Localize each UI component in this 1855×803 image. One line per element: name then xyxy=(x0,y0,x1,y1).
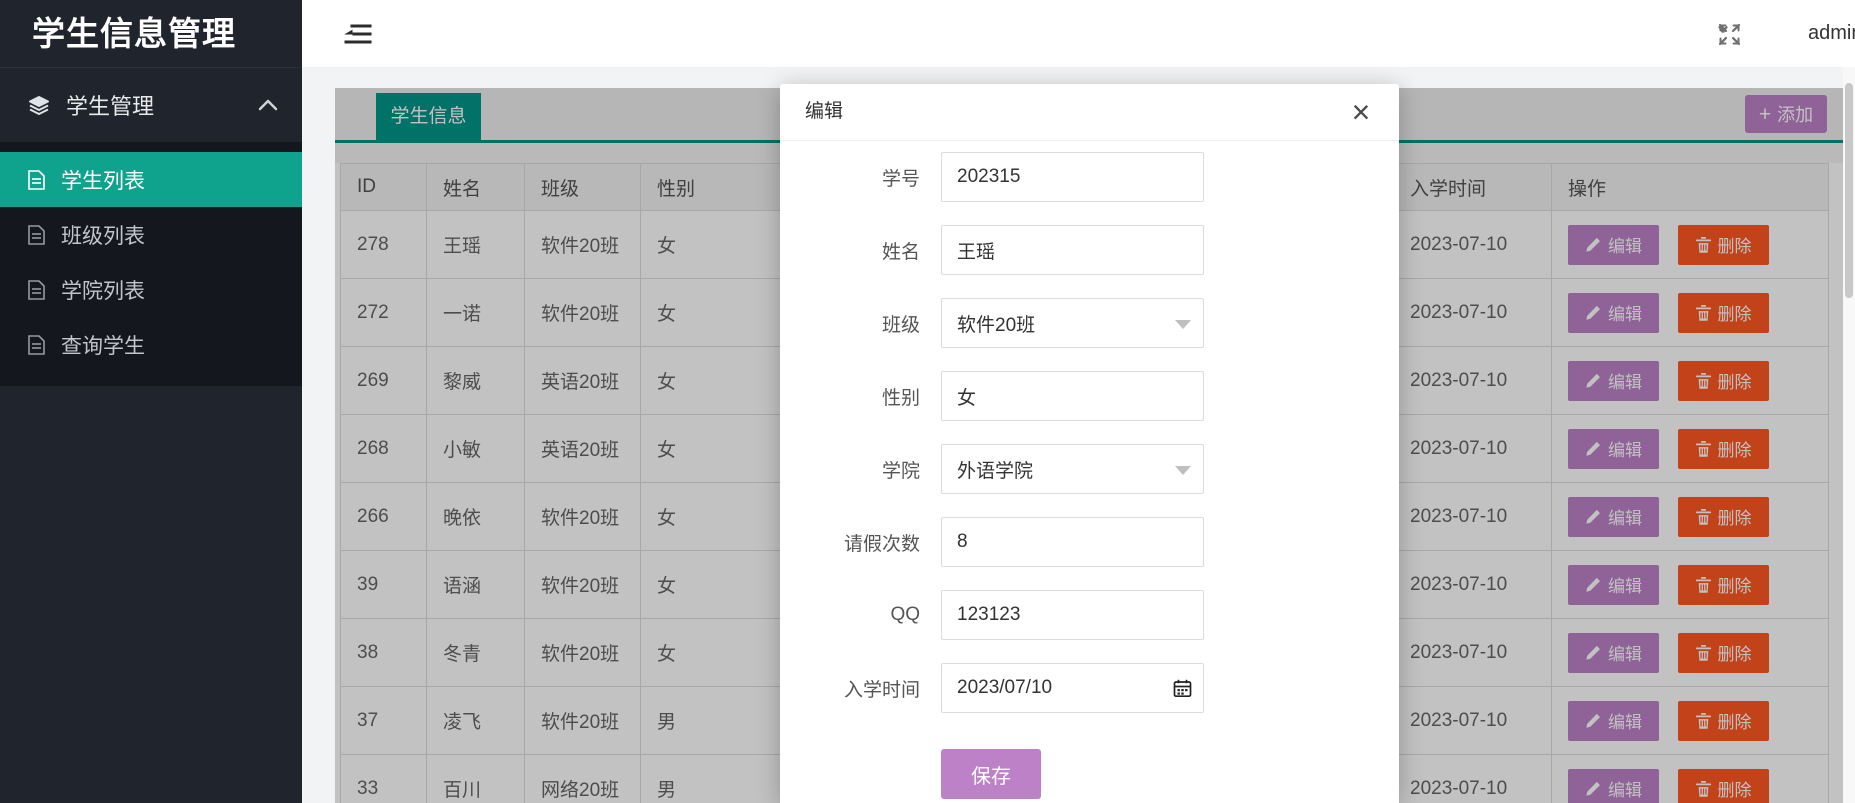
fullscreen-icon[interactable] xyxy=(1716,21,1742,47)
calendar-icon[interactable] xyxy=(1173,679,1192,703)
sidebar: 学生信息管理 学生管理 学生列表 班级列表 xyxy=(0,0,302,803)
username-menu[interactable]: admin xyxy=(1808,0,1855,67)
field-input[interactable]: 外语学院 xyxy=(941,444,1204,494)
field-input[interactable]: 王瑶 xyxy=(941,225,1204,275)
chevron-down-icon xyxy=(1175,320,1191,329)
form-field: 学院 外语学院 xyxy=(780,444,1399,494)
form-field: 性别 女 xyxy=(780,371,1399,421)
app-title: 学生信息管理 xyxy=(0,0,302,68)
field-value: 8 xyxy=(957,531,968,553)
document-icon xyxy=(28,225,45,245)
app-window: 学生信息管理 学生管理 学生列表 班级列表 xyxy=(0,0,1855,803)
field-input[interactable]: 8 xyxy=(941,517,1204,567)
field-label: 请假次数 xyxy=(780,529,920,556)
field-value: 外语学院 xyxy=(957,456,1033,483)
field-value: 123123 xyxy=(957,604,1020,626)
close-icon[interactable]: × xyxy=(1343,94,1379,130)
modal-title: 编辑 xyxy=(805,84,843,140)
topbar: admin xyxy=(302,0,1855,68)
sidebar-item-link[interactable]: 查询学生 xyxy=(0,317,302,372)
form-field: 学号 202315 xyxy=(780,152,1399,202)
edit-modal: 编辑 × 学号 202315 姓名 王瑶 xyxy=(780,84,1399,803)
field-input[interactable]: 2023/07/10 xyxy=(941,663,1204,713)
menu-header-label: 学生管理 xyxy=(66,89,154,121)
field-value: 2023/07/10 xyxy=(957,677,1052,699)
sidebar-fold-icon[interactable] xyxy=(343,19,373,49)
sidebar-item-label: 班级列表 xyxy=(61,220,145,250)
field-value: 202315 xyxy=(957,166,1020,188)
field-value: 女 xyxy=(957,383,976,410)
chevron-up-icon xyxy=(258,99,278,111)
field-value: 软件20班 xyxy=(957,310,1035,337)
sidebar-submenu: 学生列表 班级列表 学院列表 查询学生 xyxy=(0,142,302,386)
field-label: 班级 xyxy=(780,310,920,337)
sidebar-menu-student-management[interactable]: 学生管理 xyxy=(0,68,302,142)
field-label: 入学时间 xyxy=(780,675,920,702)
form-field: 入学时间 2023/07/10 xyxy=(780,663,1399,713)
chevron-down-icon xyxy=(1175,466,1191,475)
field-input[interactable]: 女 xyxy=(941,371,1204,421)
sidebar-item-label: 查询学生 xyxy=(61,330,145,360)
sidebar-item-link[interactable]: 班级列表 xyxy=(0,207,302,262)
save-button[interactable]: 保存 xyxy=(941,749,1041,799)
sidebar-item-link[interactable]: 学院列表 xyxy=(0,262,302,317)
modal-header: 编辑 × xyxy=(780,84,1399,141)
sidebar-item-label: 学院列表 xyxy=(61,275,145,305)
form-field: 姓名 王瑶 xyxy=(780,225,1399,275)
sidebar-item-label: 学生列表 xyxy=(61,165,145,195)
document-icon xyxy=(28,335,45,355)
form-field: 请假次数 8 xyxy=(780,517,1399,567)
field-label: QQ xyxy=(780,604,920,626)
form-field: 班级 软件20班 xyxy=(780,298,1399,348)
field-label: 姓名 xyxy=(780,237,920,264)
field-input[interactable]: 软件20班 xyxy=(941,298,1204,348)
field-label: 性别 xyxy=(780,383,920,410)
vertical-scrollbar[interactable] xyxy=(1843,67,1855,803)
sidebar-item-active[interactable]: 学生列表 xyxy=(0,152,302,207)
field-label: 学号 xyxy=(780,164,920,191)
field-value: 王瑶 xyxy=(957,237,995,264)
field-label: 学院 xyxy=(780,456,920,483)
document-icon xyxy=(28,280,45,300)
field-input[interactable]: 202315 xyxy=(941,152,1204,202)
document-icon xyxy=(28,170,45,190)
field-input[interactable]: 123123 xyxy=(941,590,1204,640)
form-field: QQ 123123 xyxy=(780,590,1399,640)
edit-form: 学号 202315 姓名 王瑶 班级 xyxy=(780,141,1399,799)
layers-icon xyxy=(27,93,51,117)
scrollbar-thumb[interactable] xyxy=(1845,83,1853,298)
